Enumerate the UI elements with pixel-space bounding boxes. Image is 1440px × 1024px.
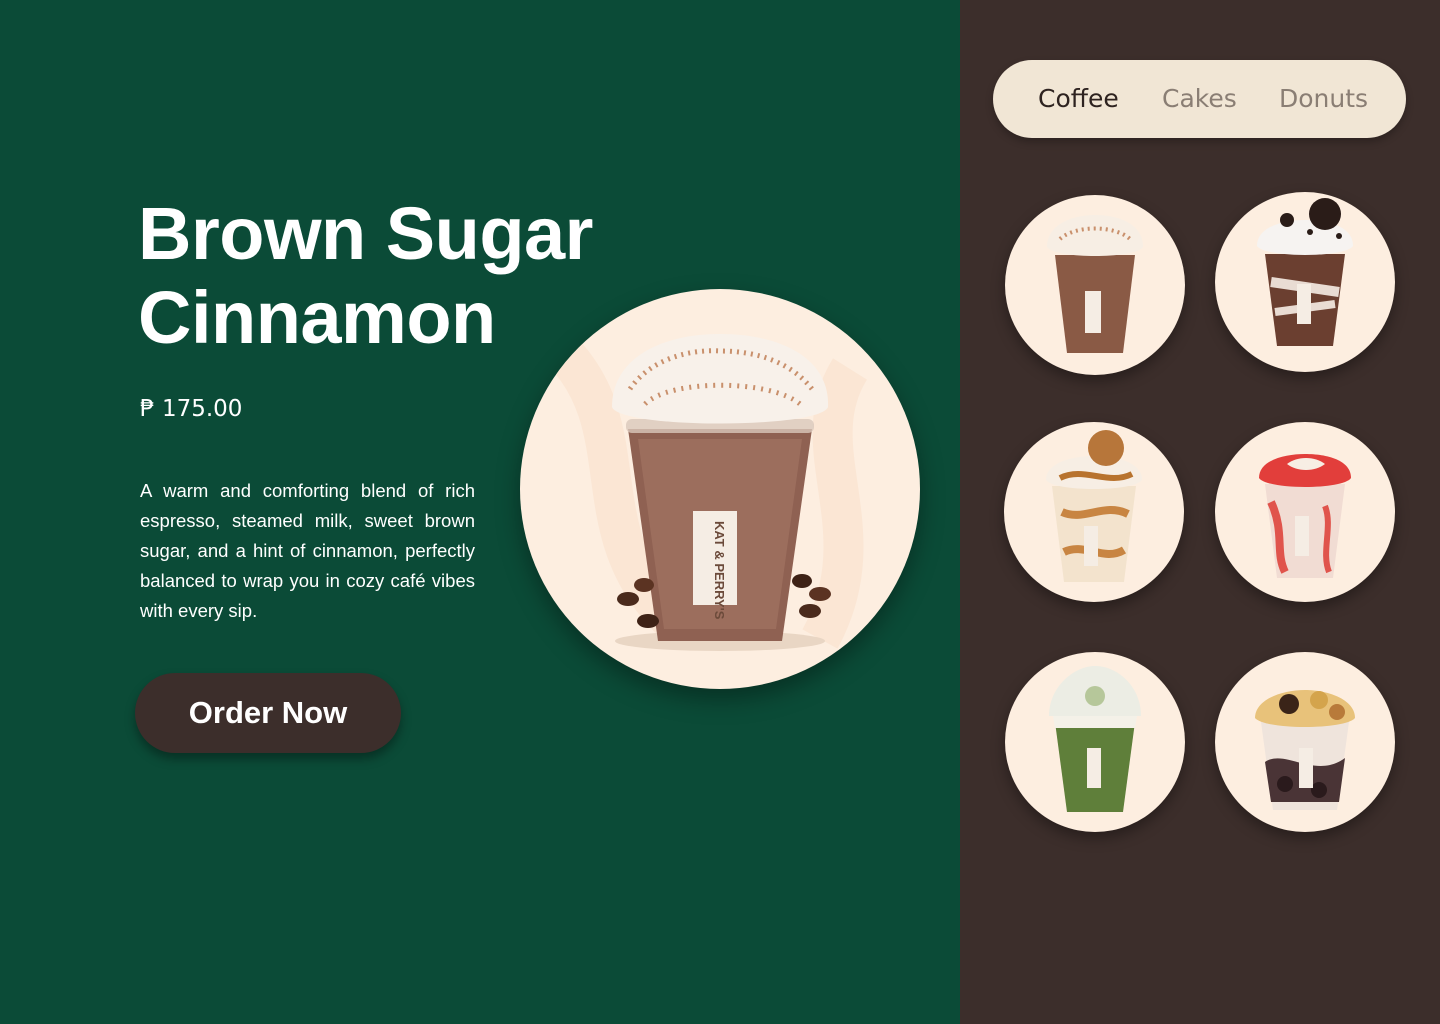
product-title-line-2: Cinnamon <box>138 276 496 359</box>
product-title: Brown Sugar Cinnamon <box>138 192 593 360</box>
menu-item-biscoff-caramel[interactable] <box>1004 422 1184 602</box>
drink-thumbnail <box>1255 690 1355 810</box>
drink-thumbnail <box>1049 666 1141 812</box>
menu-item-cookies-and-cream[interactable] <box>1215 192 1395 372</box>
menu-item-brown-sugar-cinnamon[interactable] <box>1005 195 1185 375</box>
hero-drink-illustration: KAT & PERRY'S <box>545 334 868 651</box>
drink-thumbnail <box>1257 198 1353 346</box>
tab-coffee[interactable]: Coffee <box>1038 60 1119 138</box>
hero-product-image: KAT & PERRY'S <box>520 289 920 689</box>
drink-thumbnail <box>1047 215 1143 353</box>
tab-donuts[interactable]: Donuts <box>1279 60 1368 138</box>
drink-thumbnail <box>1259 454 1351 578</box>
product-price: ₱ 175.00 <box>140 396 243 422</box>
menu-item-matcha[interactable] <box>1005 652 1185 832</box>
tab-cakes[interactable]: Cakes <box>1162 60 1237 138</box>
product-description: A warm and comforting blend of rich espr… <box>140 480 475 621</box>
drink-thumbnail <box>1046 430 1142 582</box>
product-title-line-1: Brown Sugar <box>138 192 593 275</box>
menu-item-ube-halo[interactable] <box>1215 652 1395 832</box>
cup-label-text: KAT & PERRY'S <box>712 521 727 620</box>
category-tabs: Coffee Cakes Donuts <box>993 60 1406 138</box>
menu-item-strawberry[interactable] <box>1215 422 1395 602</box>
order-now-button[interactable]: Order Now <box>135 673 401 753</box>
